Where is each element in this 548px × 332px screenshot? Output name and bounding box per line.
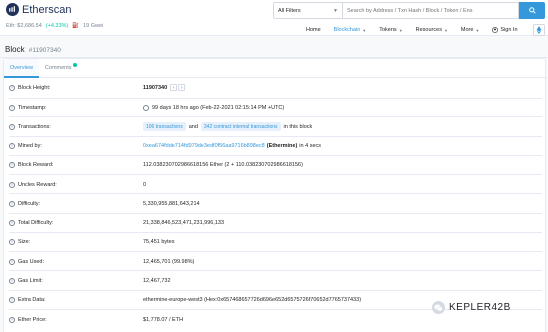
help-icon[interactable]: ? bbox=[9, 296, 15, 303]
help-icon[interactable]: ? bbox=[9, 123, 15, 130]
prev-block-button[interactable]: ‹ bbox=[170, 84, 178, 91]
block-details-card: Overview Comments ? Block Height: 1190734… bbox=[3, 58, 547, 332]
block-number-subtitle: #11907340 bbox=[28, 47, 61, 54]
nav-home[interactable]: Home bbox=[306, 27, 321, 33]
network-switch-button[interactable] bbox=[532, 24, 545, 36]
notification-dot bbox=[72, 63, 77, 67]
help-icon[interactable]: ? bbox=[9, 161, 15, 168]
search-input[interactable] bbox=[343, 2, 519, 19]
chevron-down-icon: ▼ bbox=[443, 27, 448, 33]
help-icon[interactable]: ? bbox=[9, 316, 15, 323]
block-height-value: 11907340 bbox=[143, 84, 168, 91]
nav-blockchain[interactable]: Blockchain ▼ bbox=[334, 27, 367, 33]
extra-data-value: ethermine-europe-west3 (Hex:0x6574686577… bbox=[143, 296, 362, 303]
search-bar: All Filters ▼ bbox=[273, 2, 545, 19]
mined-duration: in 4 secs bbox=[299, 142, 322, 149]
tab-bar: Overview Comments bbox=[4, 59, 547, 78]
chevron-down-icon: ▼ bbox=[398, 27, 403, 33]
page-title: Block #11907340 bbox=[5, 45, 61, 54]
filter-label: All Filters bbox=[278, 8, 301, 14]
help-icon[interactable]: ? bbox=[9, 219, 15, 226]
divider bbox=[9, 174, 542, 175]
tab-overview[interactable]: Overview bbox=[4, 59, 39, 78]
eth-price: Eth: $2,686.54 bbox=[6, 23, 42, 29]
row-block-reward: ? Block Reward: 112.038230702986618156 Et… bbox=[9, 161, 303, 168]
help-icon[interactable]: ? bbox=[9, 142, 15, 149]
internal-transactions-badge[interactable]: 342 contract internal transactions bbox=[200, 122, 281, 131]
etherscan-logo[interactable]: Etherscan bbox=[6, 3, 72, 16]
eth-change: (+4.33%) bbox=[45, 23, 69, 29]
gas-used-value: 12,465,701 (99.98%) bbox=[143, 258, 195, 265]
row-block-height: ? Block Height: 11907340 ‹ › bbox=[4, 79, 547, 96]
divider bbox=[9, 251, 542, 252]
row-uncles-reward: ? Uncles Reward: 0 bbox=[9, 181, 147, 188]
row-timestamp: ? Timestamp: 99 days 18 hrs ago (Feb-22-2… bbox=[9, 104, 285, 111]
row-gas-used: ? Gas Used: 12,465,701 (99.98%) bbox=[9, 258, 195, 265]
etherscan-logo-icon bbox=[6, 3, 19, 16]
user-icon bbox=[492, 27, 499, 33]
help-icon[interactable]: ? bbox=[9, 258, 15, 265]
miner-name: (Ethermine) bbox=[266, 142, 298, 149]
miner-address-link[interactable]: 0xea674fdde714fd979de3edf0f56aa9716b898e… bbox=[143, 143, 265, 149]
total-difficulty-value: 21,338,846,523,471,231,996,133 bbox=[143, 219, 225, 226]
transactions-suffix: in this block bbox=[283, 123, 313, 130]
difficulty-value: 5,330,955,881,643,214 bbox=[143, 200, 200, 207]
row-difficulty: ? Difficulty: 5,330,955,881,643,214 bbox=[9, 200, 200, 207]
next-block-button[interactable]: › bbox=[178, 84, 186, 91]
ethereum-icon bbox=[536, 26, 541, 34]
help-icon[interactable]: ? bbox=[9, 181, 15, 188]
timestamp-value: 99 days 18 hrs ago (Feb-22-2021 02:15:14… bbox=[152, 104, 285, 111]
divider bbox=[9, 116, 542, 117]
nav-more[interactable]: More ▼ bbox=[461, 27, 480, 33]
tab-comments[interactable]: Comments bbox=[39, 59, 83, 78]
chevron-down-icon: ▼ bbox=[362, 27, 367, 33]
logo-text: Etherscan bbox=[22, 3, 72, 16]
chevron-down-icon: ▼ bbox=[475, 27, 480, 33]
transactions-badge[interactable]: 106 transactions bbox=[143, 122, 186, 131]
help-icon[interactable]: ? bbox=[9, 104, 15, 111]
gas-price[interactable]: 19 Gwei bbox=[83, 23, 103, 29]
top-header: Etherscan Eth: $2,686.54 (+4.33%) ⛽ 19 G… bbox=[0, 0, 548, 36]
search-filter-select[interactable]: All Filters ▼ bbox=[273, 2, 343, 19]
help-icon[interactable]: ? bbox=[9, 238, 15, 245]
clock-icon bbox=[143, 104, 149, 111]
wechat-icon bbox=[432, 301, 445, 314]
eth-price-line: Eth: $2,686.54 (+4.33%) ⛽ 19 Gwei bbox=[6, 23, 103, 29]
nav-sign-in[interactable]: Sign In bbox=[492, 27, 518, 33]
row-mined-by: ? Mined by: 0xea674fdde714fd979de3edf0f56… bbox=[9, 142, 322, 149]
row-gas-limit: ? Gas Limit: 12,467,732 bbox=[9, 277, 171, 284]
block-reward-value: 112.038230702986618156 Ether (2 + 110.03… bbox=[143, 161, 303, 168]
nav-resources[interactable]: Resources ▼ bbox=[416, 27, 448, 33]
gas-limit-value: 12,467,732 bbox=[143, 277, 171, 284]
divider bbox=[9, 193, 542, 194]
help-icon[interactable]: ? bbox=[9, 84, 15, 91]
search-button[interactable] bbox=[519, 2, 545, 19]
watermark: KEPLER42B bbox=[432, 301, 511, 314]
chevron-down-icon: ▼ bbox=[333, 8, 338, 14]
and-text: and bbox=[188, 123, 198, 130]
search-icon bbox=[528, 7, 536, 14]
row-total-difficulty: ? Total Difficulty: 21,338,846,523,471,23… bbox=[9, 219, 225, 226]
help-icon[interactable]: ? bbox=[9, 200, 15, 207]
divider bbox=[9, 270, 542, 271]
nav-tokens[interactable]: Tokens ▼ bbox=[379, 27, 402, 33]
ether-price-value: $1,778.07 / ETH bbox=[143, 316, 184, 323]
row-size: ? Size: 75,451 bytes bbox=[9, 238, 175, 245]
row-transactions: ? Transactions: 106 transactions and 342 … bbox=[9, 122, 313, 131]
uncles-reward-value: 0 bbox=[143, 181, 147, 188]
watermark-text: KEPLER42B bbox=[449, 302, 511, 313]
gas-icon: ⛽ bbox=[72, 23, 80, 29]
chevron-left-icon: ‹ bbox=[172, 84, 175, 91]
help-icon[interactable]: ? bbox=[9, 277, 15, 284]
chevron-right-icon: › bbox=[180, 84, 183, 91]
main-nav: Home Blockchain ▼ Tokens ▼ Resources ▼ More… bbox=[306, 24, 545, 36]
size-value: 75,451 bytes bbox=[143, 238, 175, 245]
